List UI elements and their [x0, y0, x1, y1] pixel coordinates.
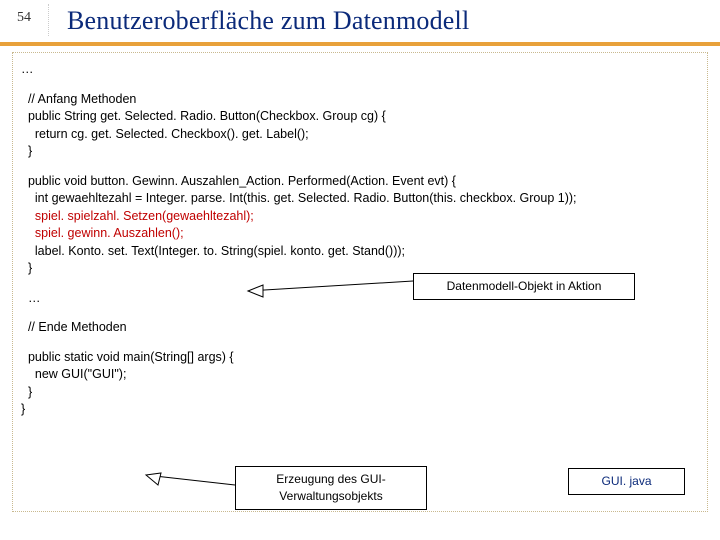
code-comment-begin: // Anfang Methoden — [21, 91, 699, 109]
slide-body: … // Anfang Methoden public String get. … — [12, 52, 708, 512]
code-method1-signature: public String get. Selected. Radio. Butt… — [21, 108, 699, 126]
code-method2-line4: label. Konto. set. Text(Integer. to. Str… — [21, 243, 699, 261]
code-method2-signature: public void button. Gewinn. Auszahlen_Ac… — [21, 173, 699, 191]
code-main-body: new GUI("GUI"); — [21, 366, 699, 384]
code-method1-close: } — [21, 143, 699, 161]
callout-datamodel-action: Datenmodell-Objekt in Aktion — [413, 273, 635, 300]
code-method2-line2: spiel. spielzahl. Setzen(gewaehltezahl); — [21, 208, 699, 226]
label-gui-java: GUI. java — [568, 468, 685, 495]
code-ellipsis-top: … — [21, 61, 699, 79]
callout-gui-creation: Erzeugung des GUI-Verwaltungsobjekts — [235, 466, 427, 510]
page-number: 54 — [0, 4, 49, 36]
code-method2-line3: spiel. gewinn. Auszahlen(); — [21, 225, 699, 243]
code-main-close: } — [21, 384, 699, 402]
slide-title: Benutzeroberfläche zum Datenmodell — [49, 4, 469, 42]
code-method2-line1: int gewaehltezahl = Integer. parse. Int(… — [21, 190, 699, 208]
code-comment-end: // Ende Methoden — [21, 319, 699, 337]
code-class-close: } — [21, 401, 699, 419]
code-main-signature: public static void main(String[] args) { — [21, 349, 699, 367]
slide-header: 54 Benutzeroberfläche zum Datenmodell — [0, 0, 720, 46]
code-method1-body: return cg. get. Selected. Checkbox(). ge… — [21, 126, 699, 144]
